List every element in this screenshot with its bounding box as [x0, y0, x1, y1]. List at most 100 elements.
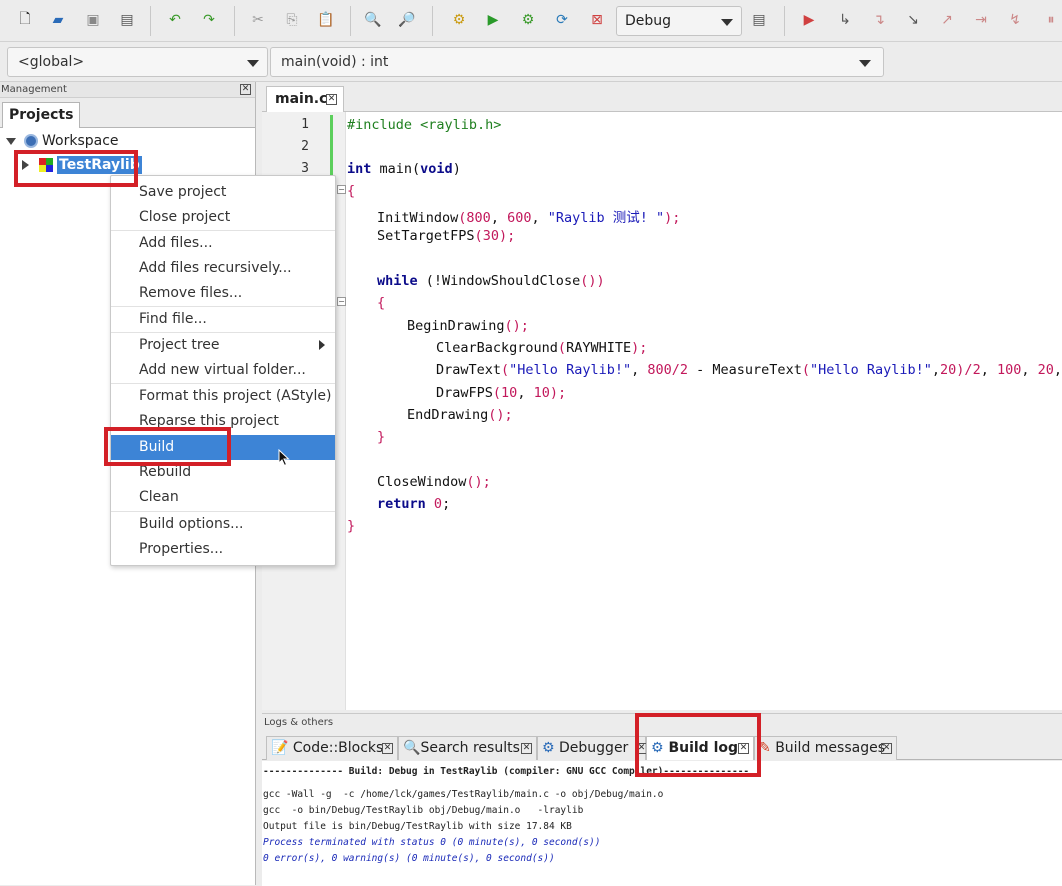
gear-icon: ⚙: [651, 740, 664, 756]
debug-start-icon[interactable]: ▶: [798, 9, 820, 31]
log-line: -------------- Build: Debug in TestRayli…: [263, 766, 750, 777]
menu-item-format-project[interactable]: Format this project (AStyle): [111, 384, 335, 409]
tab-codeblocks-label: Code::Blocks: [292, 740, 384, 756]
menu-item-close-project[interactable]: Close project: [111, 205, 335, 230]
menu-item-rebuild[interactable]: Rebuild: [111, 460, 335, 485]
collapsed-arrow-icon[interactable]: [22, 160, 29, 170]
code-line: EndDrawing();: [407, 407, 513, 423]
tab-build-messages[interactable]: ✎ Build messages ✕: [754, 736, 897, 760]
copy-icon[interactable]: ⎘: [281, 9, 303, 31]
menu-item-add-virtual-folder[interactable]: Add new virtual folder...: [111, 358, 335, 383]
menu-item-clean[interactable]: Clean: [111, 485, 335, 510]
fold-marker-icon[interactable]: −: [337, 297, 346, 306]
close-icon[interactable]: ✕: [240, 84, 251, 95]
run-icon[interactable]: ▶: [482, 9, 504, 31]
toolbar-separator: [350, 6, 351, 36]
build-log-output[interactable]: -------------- Build: Debug in TestRayli…: [262, 761, 1062, 886]
tab-main-c-label: main.c: [275, 91, 328, 107]
project-icon: [39, 158, 53, 172]
save-icon[interactable]: ▣: [82, 9, 104, 31]
toolbar-separator: [432, 6, 433, 36]
step-out-icon[interactable]: ↗: [936, 9, 958, 31]
build-options-icon[interactable]: ▤: [748, 9, 770, 31]
tab-search-results[interactable]: 🔍Search results ✕: [398, 736, 537, 760]
logs-tabs: 📝 Code::Blocks ✕ 🔍Search results ✕ ⚙ Deb…: [262, 734, 1062, 760]
search-icon: 🔍: [403, 740, 421, 756]
paste-icon[interactable]: 📋: [315, 9, 337, 31]
code-line: int main(void): [347, 161, 461, 177]
tab-build-log[interactable]: ⚙ Build log ✕: [646, 736, 754, 760]
cut-icon[interactable]: ✂: [247, 9, 269, 31]
menu-item-remove-files[interactable]: Remove files...: [111, 281, 335, 306]
log-line: Output file is bin/Debug/TestRaylib with…: [263, 821, 572, 832]
code-line: {: [347, 183, 356, 199]
build-target-select[interactable]: Debug: [616, 6, 742, 36]
menu-item-properties[interactable]: Properties...: [111, 537, 335, 562]
build-and-run-icon[interactable]: ⚙: [517, 9, 539, 31]
menu-item-build-options[interactable]: Build options...: [111, 512, 335, 537]
code-line: SetTargetFPS(30);: [377, 228, 516, 244]
close-icon[interactable]: ✕: [881, 743, 892, 754]
toolbar-separator: [234, 6, 235, 36]
code-completion-toolbar: <global> main(void) : int: [0, 42, 1062, 82]
undo-icon[interactable]: ↶: [164, 9, 186, 31]
next-line-icon[interactable]: ↴: [868, 9, 890, 31]
code-editor[interactable]: 1 2 3 − − #include <raylib.h> int main(v…: [262, 112, 1062, 710]
note-icon: 📝: [271, 740, 289, 756]
code-line: while (!WindowShouldClose()): [377, 273, 605, 289]
menu-item-add-files-recursively[interactable]: Add files recursively...: [111, 256, 335, 281]
close-icon[interactable]: ✕: [326, 94, 337, 105]
management-tabs: Projects: [0, 98, 255, 128]
close-icon[interactable]: ✕: [521, 743, 532, 754]
code-line: #include <raylib.h>: [347, 117, 502, 133]
submenu-arrow-icon: [319, 340, 325, 350]
build-gear-icon[interactable]: ⚙: [448, 9, 470, 31]
menu-item-find-file[interactable]: Find file...: [111, 307, 335, 332]
log-line: gcc -Wall -g -c /home/lck/games/TestRayl…: [263, 789, 664, 800]
project-context-menu: Save project Close project Add files... …: [110, 175, 336, 566]
new-file-icon[interactable]: 🗋: [14, 9, 36, 31]
menu-item-build[interactable]: Build: [111, 435, 335, 460]
save-all-icon[interactable]: ▤: [116, 9, 138, 31]
next-instruction-icon[interactable]: ⇥: [970, 9, 992, 31]
close-icon[interactable]: ✕: [382, 743, 393, 754]
tree-item-project[interactable]: TestRaylib: [22, 154, 142, 176]
tab-main-c[interactable]: main.c ✕: [266, 86, 344, 113]
tab-build-messages-label: Build messages: [775, 740, 885, 756]
fold-marker-icon[interactable]: −: [337, 185, 346, 194]
menu-item-save-project[interactable]: Save project: [111, 180, 335, 205]
management-title: Management: [1, 84, 67, 95]
expanded-arrow-icon[interactable]: [6, 137, 16, 145]
scope-select[interactable]: <global>: [7, 47, 268, 77]
tab-debugger-label: Debugger: [559, 740, 629, 756]
tab-build-log-label: Build log: [668, 740, 739, 756]
change-bar: [330, 115, 333, 179]
abort-icon[interactable]: ⊠: [586, 9, 608, 31]
find-icon[interactable]: 🔍: [362, 9, 384, 31]
break-debugger-icon[interactable]: ⏸: [1040, 9, 1062, 31]
gear-icon: ⚙: [542, 740, 555, 756]
run-to-cursor-icon[interactable]: ↳: [834, 9, 856, 31]
code-line: }: [377, 429, 386, 445]
step-into-instruction-icon[interactable]: ↯: [1004, 9, 1026, 31]
tab-projects[interactable]: Projects: [2, 102, 81, 128]
pin-icon: ✎: [759, 740, 771, 756]
close-icon[interactable]: ✕: [738, 743, 749, 754]
menu-item-reparse-project[interactable]: Reparse this project: [111, 409, 335, 434]
rebuild-icon[interactable]: ⟳: [551, 9, 573, 31]
code-line: InitWindow(800, 600, "Raylib 测试! ");: [377, 210, 681, 226]
menu-item-project-tree[interactable]: Project tree: [111, 333, 335, 358]
tab-debugger[interactable]: ⚙ Debugger ✕: [537, 736, 647, 760]
tree-item-workspace[interactable]: Workspace: [6, 130, 119, 152]
function-select[interactable]: main(void) : int: [270, 47, 884, 77]
step-into-icon[interactable]: ↘: [902, 9, 924, 31]
menu-item-add-files[interactable]: Add files...: [111, 231, 335, 256]
main-toolbar: 🗋 ▰ ▣ ▤ ↶ ↷ ✂ ⎘ 📋 🔍 🔎 ⚙ ▶ ⚙ ⟳ ⊠ Debug ▤ …: [0, 0, 1062, 42]
open-icon[interactable]: ▰: [47, 9, 69, 31]
log-line: gcc -o bin/Debug/TestRaylib obj/Debug/ma…: [263, 805, 584, 816]
log-line: 0 error(s), 0 warning(s) (0 minute(s), 0…: [263, 853, 555, 864]
redo-icon[interactable]: ↷: [198, 9, 220, 31]
replace-icon[interactable]: 🔎: [396, 9, 418, 31]
tab-codeblocks[interactable]: 📝 Code::Blocks ✕: [266, 736, 398, 760]
project-label: TestRaylib: [57, 156, 142, 174]
